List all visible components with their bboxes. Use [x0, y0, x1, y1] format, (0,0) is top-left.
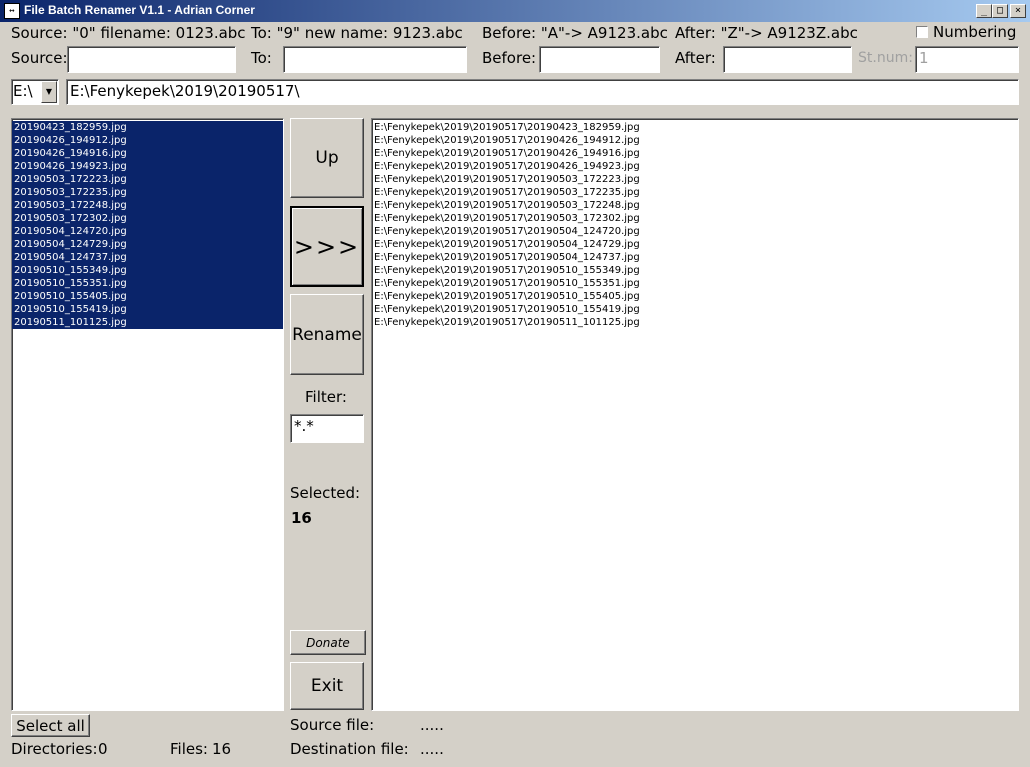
- to-label: To:: [251, 49, 272, 67]
- source-file-item[interactable]: 20190504_124729.jpg: [12, 238, 283, 251]
- source-file-item[interactable]: 20190510_155349.jpg: [12, 264, 283, 277]
- source-file-item[interactable]: 20190503_172235.jpg: [12, 186, 283, 199]
- after-input[interactable]: [723, 46, 852, 73]
- source-file-item[interactable]: 20190504_124720.jpg: [12, 225, 283, 238]
- destination-file-item[interactable]: E:\Fenykepek\2019\20190517\20190423_1829…: [372, 121, 1018, 134]
- numbering-label[interactable]: Numbering: [933, 23, 1016, 41]
- destination-file-item[interactable]: E:\Fenykepek\2019\20190517\20190503_1723…: [372, 212, 1018, 225]
- close-button[interactable]: ×: [1010, 4, 1026, 18]
- source-file-list[interactable]: 20190423_182959.jpg 20190426_194912.jpg 20…: [11, 118, 284, 711]
- drive-value: E:\: [13, 82, 33, 100]
- to-input[interactable]: [283, 46, 467, 73]
- filter-label: Filter:: [305, 388, 347, 406]
- destination-file-item[interactable]: E:\Fenykepek\2019\20190517\20190510_1553…: [372, 277, 1018, 290]
- destination-file-item[interactable]: E:\Fenykepek\2019\20190517\20190504_1247…: [372, 238, 1018, 251]
- to-hint: To: "9" new name: 9123.abc: [251, 24, 463, 42]
- selected-label: Selected:: [290, 484, 361, 502]
- destination-file-item[interactable]: E:\Fenykepek\2019\20190517\20190504_1247…: [372, 225, 1018, 238]
- directories-count: 0: [98, 740, 108, 758]
- app-icon: ↔: [4, 3, 20, 19]
- files-label: Files:: [170, 740, 208, 758]
- exit-button[interactable]: Exit: [290, 662, 364, 710]
- chevron-down-icon[interactable]: ▼: [41, 81, 57, 103]
- source-file-item[interactable]: 20190426_194912.jpg: [12, 134, 283, 147]
- before-label: Before:: [482, 49, 537, 67]
- destination-file-item[interactable]: E:\Fenykepek\2019\20190517\20190503_1722…: [372, 186, 1018, 199]
- destination-file-item[interactable]: E:\Fenykepek\2019\20190517\20190510_1554…: [372, 303, 1018, 316]
- source-file-item[interactable]: 20190426_194916.jpg: [12, 147, 283, 160]
- selected-count: 16: [291, 509, 312, 527]
- up-button[interactable]: Up: [290, 118, 364, 198]
- before-input[interactable]: [539, 46, 660, 73]
- destination-file-item[interactable]: E:\Fenykepek\2019\20190517\20190426_1949…: [372, 147, 1018, 160]
- select-all-button[interactable]: Select all: [11, 714, 90, 737]
- destination-file-item[interactable]: E:\Fenykepek\2019\20190517\20190504_1247…: [372, 251, 1018, 264]
- source-label: Source:: [11, 49, 68, 67]
- start-number-input[interactable]: 1: [915, 46, 1019, 73]
- donate-button[interactable]: Donate: [290, 630, 366, 655]
- source-file-item[interactable]: 20190510_155419.jpg: [12, 303, 283, 316]
- window-title: File Batch Renamer V1.1 - Adrian Corner: [24, 3, 255, 17]
- filter-input[interactable]: *.*: [290, 414, 364, 443]
- title-bar[interactable]: ↔ File Batch Renamer V1.1 - Adrian Corne…: [0, 0, 1030, 22]
- rename-button[interactable]: Rename: [290, 294, 364, 375]
- before-hint: Before: "A"-> A9123.abc: [482, 24, 668, 42]
- source-input[interactable]: [67, 46, 236, 73]
- source-hint: Source: "0" filename: 0123.abc: [11, 24, 246, 42]
- destination-file-item[interactable]: E:\Fenykepek\2019\20190517\20190503_1722…: [372, 173, 1018, 186]
- path-input[interactable]: E:\Fenykepek\2019\20190517\: [66, 79, 1019, 105]
- source-file-item[interactable]: 20190511_101125.jpg: [12, 316, 283, 329]
- source-file-item[interactable]: 20190503_172302.jpg: [12, 212, 283, 225]
- destination-file-list[interactable]: E:\Fenykepek\2019\20190517\20190423_1829…: [371, 118, 1019, 711]
- destination-file-label: Destination file:: [290, 740, 409, 758]
- maximize-button[interactable]: □: [992, 4, 1008, 18]
- source-file-item[interactable]: 20190510_155351.jpg: [12, 277, 283, 290]
- source-file-item[interactable]: 20190504_124737.jpg: [12, 251, 283, 264]
- destination-file-item[interactable]: E:\Fenykepek\2019\20190517\20190510_1554…: [372, 290, 1018, 303]
- destination-file-item[interactable]: E:\Fenykepek\2019\20190517\20190510_1553…: [372, 264, 1018, 277]
- after-hint: After: "Z"-> A9123Z.abc: [675, 24, 858, 42]
- after-label: After:: [675, 49, 716, 67]
- directories-label: Directories:: [11, 740, 98, 758]
- numbering-checkbox[interactable]: [916, 26, 928, 38]
- source-file-item[interactable]: 20190503_172223.jpg: [12, 173, 283, 186]
- source-file-label: Source file:: [290, 716, 375, 734]
- source-file-item[interactable]: 20190503_172248.jpg: [12, 199, 283, 212]
- source-file-item[interactable]: 20190423_182959.jpg: [12, 121, 283, 134]
- destination-file-item[interactable]: E:\Fenykepek\2019\20190517\20190511_1011…: [372, 316, 1018, 329]
- source-file-item[interactable]: 20190426_194923.jpg: [12, 160, 283, 173]
- drive-select[interactable]: E:\ ▼: [11, 79, 59, 105]
- start-number-label: St.num:: [858, 50, 913, 66]
- move-right-button[interactable]: >>>: [290, 206, 364, 287]
- source-file-item[interactable]: 20190510_155405.jpg: [12, 290, 283, 303]
- destination-file-item[interactable]: E:\Fenykepek\2019\20190517\20190503_1722…: [372, 199, 1018, 212]
- source-file-value: .....: [420, 716, 444, 734]
- minimize-button[interactable]: _: [976, 4, 992, 18]
- destination-file-item[interactable]: E:\Fenykepek\2019\20190517\20190426_1949…: [372, 160, 1018, 173]
- destination-file-value: .....: [420, 740, 444, 758]
- destination-file-item[interactable]: E:\Fenykepek\2019\20190517\20190426_1949…: [372, 134, 1018, 147]
- files-count: 16: [212, 740, 232, 758]
